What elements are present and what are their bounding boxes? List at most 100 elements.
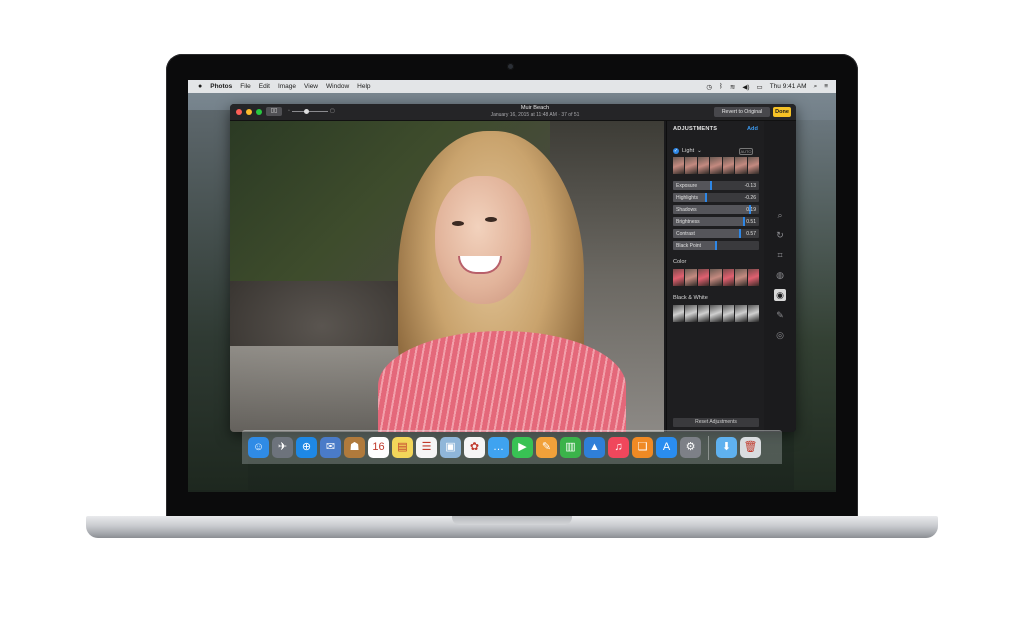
add-adjustment-button[interactable]: Add [747, 126, 758, 132]
launchpad-icon[interactable]: ✈ [272, 437, 293, 458]
pages-icon[interactable]: ✎ [536, 437, 557, 458]
bw-section-header[interactable]: Black & White [673, 295, 708, 301]
wifi-icon[interactable]: ≋ [730, 83, 735, 91]
title-bar: ▯▯ ▫ ▢ Muir Beach January 16, 2015 at 11… [230, 104, 796, 121]
magnify-icon[interactable]: ⌕ [774, 209, 786, 221]
menu-edit[interactable]: Edit [259, 83, 270, 90]
reminders-icon[interactable]: ☰ [416, 437, 437, 458]
dock: ☺ ✈ ⊕ ✉ ☗ 16 ▤ ☰ ▣ ✿… ▶ ✎ ▥ ▲ ♫ ❑ A ⚙ ⬇ 🗑 [242, 430, 782, 464]
keynote-icon[interactable]: ▲ [584, 437, 605, 458]
slider-black-point[interactable]: Black Point [673, 241, 759, 250]
done-button[interactable]: Done [773, 107, 791, 117]
slider-value: 0.51 [746, 218, 756, 225]
fullscreen-button[interactable] [256, 109, 262, 115]
slider-highlights[interactable]: Highlights -0.26 [673, 193, 759, 202]
mail-photo-icon[interactable]: ✉ [320, 437, 341, 458]
slider-shadows[interactable]: Shadows 0.19 [673, 205, 759, 214]
slider-label: Contrast [676, 230, 695, 237]
music-icon[interactable]: ♫ [608, 437, 629, 458]
safari-icon[interactable]: ⊕ [296, 437, 317, 458]
spotlight-icon[interactable]: ⌕ [814, 83, 818, 91]
numbers-icon[interactable]: ▥ [560, 437, 581, 458]
calendar-icon[interactable]: 16 [368, 437, 389, 458]
slider-label: Highlights [676, 194, 698, 201]
slider-label: Brightness [676, 218, 700, 225]
color-section-header[interactable]: Color [673, 259, 686, 265]
adjustments-panel: ADJUSTMENTS Add ✓ Light ⌄ AUTO Exposure -… [666, 121, 765, 432]
slider-knob[interactable] [715, 241, 717, 250]
slider-value: -0.26 [744, 194, 756, 201]
contacts-icon[interactable]: ☗ [344, 437, 365, 458]
volume-icon[interactable]: ◀) [742, 83, 749, 91]
battery-icon[interactable]: ▭ [757, 83, 763, 91]
revert-to-original-button[interactable]: Revert to Original [714, 107, 770, 117]
slider-knob[interactable] [739, 229, 742, 238]
slider-contrast[interactable]: Contrast 0.57 [673, 229, 759, 238]
crop-icon[interactable]: ⌗ [774, 249, 786, 261]
laptop-base [86, 516, 938, 538]
notification-center-icon[interactable]: ≡ [824, 83, 828, 90]
facetime-icon[interactable]: ▶ [512, 437, 533, 458]
slider-knob[interactable] [704, 193, 707, 202]
zoom-in-icon[interactable]: ▢ [330, 108, 335, 114]
zoom-slider[interactable] [292, 111, 328, 112]
bw-thumbnail-strip[interactable] [673, 305, 759, 322]
time-machine-icon[interactable]: ◷ [706, 83, 712, 91]
clock[interactable]: Thu 9:41 AM [770, 83, 807, 90]
red-eye-icon[interactable]: ◎ [774, 329, 786, 341]
menu-bar: ● Photos File Edit Image View Window Hel… [188, 80, 836, 93]
slider-value: 0.19 [746, 206, 756, 213]
dock-separator [708, 435, 709, 460]
menu-view[interactable]: View [304, 83, 318, 90]
app-store-icon[interactable]: A [656, 437, 677, 458]
slider-knob[interactable] [742, 217, 745, 226]
zoom-out-icon[interactable]: ▫ [288, 108, 290, 114]
photo-subject-shirt [378, 331, 626, 432]
laptop-bezel: ● Photos File Edit Image View Window Hel… [166, 54, 858, 520]
auto-button[interactable]: AUTO [739, 148, 753, 155]
slider-value: 0.57 [746, 230, 756, 237]
retouch-icon[interactable]: ✎ [774, 309, 786, 321]
menu-help[interactable]: Help [357, 83, 370, 90]
minimize-button[interactable] [246, 109, 252, 115]
preview-icon[interactable]: ▣ [440, 437, 461, 458]
adjust-icon[interactable]: ◉ [774, 289, 786, 301]
photo-eye-left [452, 221, 464, 226]
bluetooth-icon[interactable]: ᛒ [719, 83, 723, 90]
messages-icon[interactable]: … [488, 437, 509, 458]
rotate-icon[interactable]: ↻ [774, 229, 786, 241]
photo-canvas[interactable] [230, 121, 664, 432]
zoom-slider-knob[interactable] [304, 109, 309, 114]
photos-icon[interactable]: ✿ [464, 437, 485, 458]
close-button[interactable] [236, 109, 242, 115]
system-preferences-icon[interactable]: ⚙ [680, 437, 701, 458]
bw-section-label: Black & White [673, 295, 708, 301]
photo-subtitle: January 16, 2015 at 11:48 AM · 37 of 51 [490, 112, 580, 118]
slider-brightness[interactable]: Brightness 0.51 [673, 217, 759, 226]
slider-value: -0.13 [744, 182, 756, 189]
color-thumbnail-strip[interactable] [673, 269, 759, 286]
trash-icon[interactable]: 🗑 [740, 437, 761, 458]
light-thumbnail-strip[interactable] [673, 157, 759, 174]
photo-title: Muir Beach [520, 105, 550, 111]
laptop-notch [452, 516, 572, 525]
finder-icon[interactable]: ☺ [248, 437, 269, 458]
slider-exposure[interactable]: Exposure -0.13 [673, 181, 759, 190]
checkmark-icon[interactable]: ✓ [673, 148, 679, 154]
books-icon[interactable]: ❑ [632, 437, 653, 458]
slider-label: Exposure [676, 182, 698, 189]
photo-subject-face [435, 176, 531, 304]
downloads-folder-icon[interactable]: ⬇ [716, 437, 737, 458]
apple-menu-icon[interactable]: ● [198, 83, 202, 90]
sidebar-toggle-icon[interactable]: ▯▯ [266, 107, 282, 116]
light-section-header[interactable]: ✓ Light ⌄ [673, 148, 702, 154]
notes-icon[interactable]: ▤ [392, 437, 413, 458]
slider-knob[interactable] [709, 181, 712, 190]
menu-image[interactable]: Image [278, 83, 296, 90]
app-menu[interactable]: Photos [210, 83, 232, 90]
filters-icon[interactable]: ◍ [774, 269, 786, 281]
camera [507, 63, 514, 70]
reset-adjustments-button[interactable]: Reset Adjustments [673, 418, 759, 427]
menu-file[interactable]: File [240, 83, 250, 90]
menu-window[interactable]: Window [326, 83, 349, 90]
